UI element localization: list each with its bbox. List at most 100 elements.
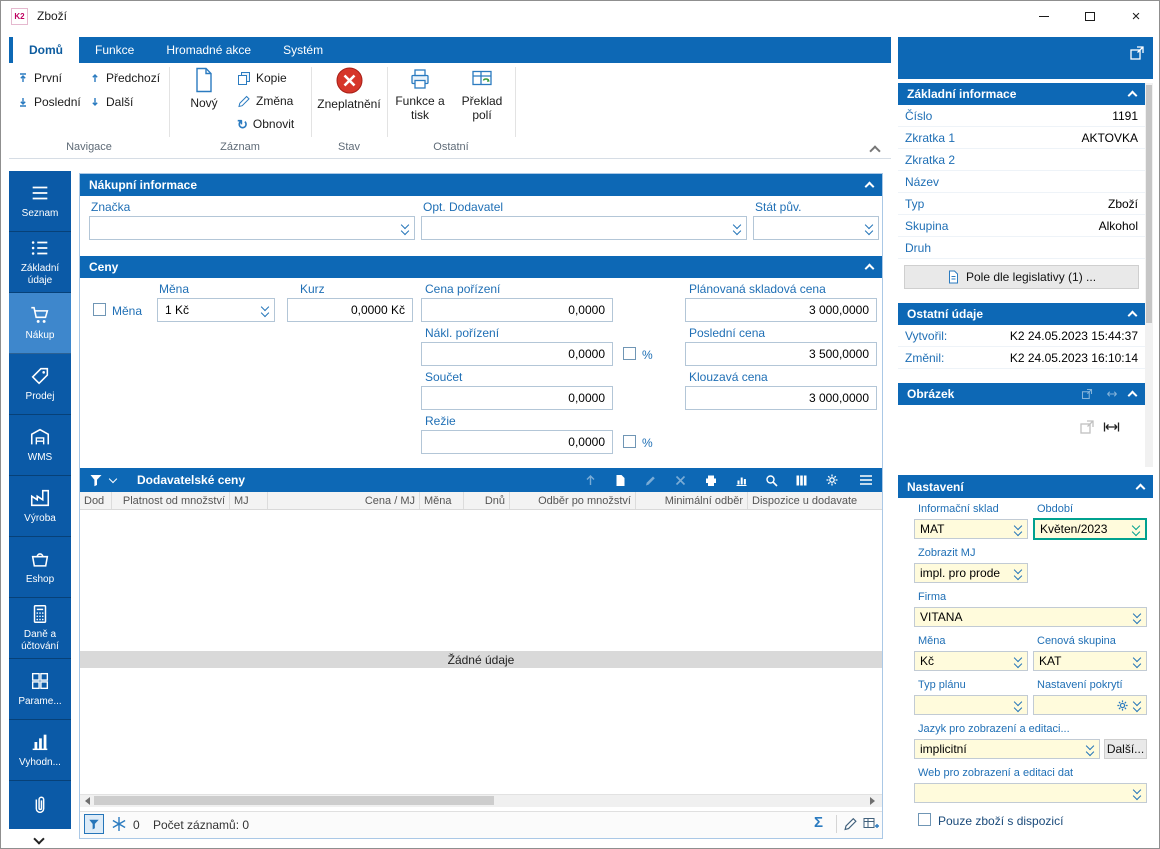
mena-checkbox[interactable]	[93, 303, 106, 316]
klouzava-cena-input[interactable]: 3 000,0000	[685, 386, 877, 410]
tab-funkce[interactable]: Funkce	[79, 37, 150, 63]
col-dnu[interactable]: Dnů	[464, 492, 510, 509]
freeze-icon[interactable]	[111, 816, 127, 832]
open-image-external-icon[interactable]	[1079, 419, 1095, 435]
pouze-zbozi-checkbox[interactable]	[918, 813, 931, 826]
dropdown-icon[interactable]	[1013, 698, 1024, 712]
dropdown-icon[interactable]	[1013, 566, 1024, 580]
tab-hromadne-akce[interactable]: Hromadné akce	[150, 37, 267, 63]
dropdown-icon[interactable]	[1013, 654, 1024, 668]
sum-icon[interactable]: Σ	[814, 814, 823, 831]
sidebar-item-vyhodnoceni[interactable]: Vyhodn...	[9, 720, 71, 781]
fit-width-icon[interactable]	[1103, 419, 1120, 435]
chart-icon[interactable]	[735, 474, 748, 487]
col-cena-mj[interactable]: Cena / MJ	[268, 492, 420, 509]
soucet-input[interactable]: 0,0000	[421, 386, 613, 410]
rezie-input[interactable]: 0,0000	[421, 430, 613, 454]
sidebar-item-attachments[interactable]	[9, 781, 71, 829]
dropdown-icon[interactable]	[1085, 742, 1096, 756]
sidebar-item-seznam[interactable]: Seznam	[9, 171, 71, 232]
col-dod[interactable]: Dod	[80, 492, 112, 509]
copy-button[interactable]: Kopie	[237, 71, 287, 85]
last-button[interactable]: Poslední	[17, 95, 81, 109]
col-mena[interactable]: Měna	[420, 492, 464, 509]
sidebar-item-eshop[interactable]: Eshop	[9, 537, 71, 598]
functions-print-button[interactable]: Funkce a tisk	[391, 67, 449, 123]
collapse-icon[interactable]	[1135, 483, 1146, 493]
scroll-right-icon[interactable]	[870, 797, 875, 805]
mena-nastaveni-combo[interactable]: Kč	[914, 651, 1028, 671]
dalsi-button[interactable]: Další...	[1104, 739, 1147, 759]
scrollbar-thumb[interactable]	[94, 796, 494, 805]
col-min-odber[interactable]: Minimální odběr	[636, 492, 748, 509]
col-dispozice[interactable]: Dispozice u dodavate	[748, 492, 880, 509]
ribbon-collapse-icon[interactable]	[869, 145, 881, 157]
sidebar-item-wms[interactable]: WMS	[9, 415, 71, 476]
sidebar-item-zakladni-udaje[interactable]: Základní údaje	[9, 232, 71, 293]
collapse-icon[interactable]	[1127, 390, 1138, 401]
refresh-button[interactable]: ↻ Obnovit	[237, 117, 294, 131]
sidebar-item-parametry[interactable]: Parame...	[9, 659, 71, 720]
dropdown-icon[interactable]	[260, 303, 271, 317]
filter-toggle-button[interactable]	[84, 814, 104, 834]
filter-dropdown-icon[interactable]	[108, 474, 118, 483]
sidebar-item-prodej[interactable]: Prodej	[9, 354, 71, 415]
mena-combo[interactable]: 1 Kč	[157, 298, 275, 322]
scroll-left-icon[interactable]	[85, 797, 90, 805]
dropdown-icon[interactable]	[400, 221, 411, 235]
sidebar-more-icon[interactable]	[33, 833, 45, 845]
undock-icon[interactable]	[1129, 45, 1145, 61]
cenova-skupina-combo[interactable]: KAT	[1033, 651, 1147, 671]
columns-icon[interactable]	[795, 474, 808, 487]
tab-domu[interactable]: Domů	[13, 37, 79, 63]
obdobi-combo[interactable]: Květen/2023	[1033, 518, 1147, 540]
first-button[interactable]: První	[17, 71, 62, 85]
zobrazit-mj-combo[interactable]: impl. pro prode	[914, 563, 1028, 583]
col-platnost[interactable]: Platnost od množství	[112, 492, 230, 509]
firma-combo[interactable]: VITANA	[914, 607, 1147, 627]
bulk-edit-icon[interactable]	[863, 816, 880, 831]
dropdown-icon[interactable]	[1131, 522, 1142, 536]
close-button[interactable]: ×	[1113, 1, 1159, 31]
maximize-button[interactable]	[1067, 1, 1113, 31]
sidebar-item-vyroba[interactable]: Výroba	[9, 476, 71, 537]
minimize-button[interactable]	[1021, 1, 1067, 31]
web-combo[interactable]	[914, 783, 1147, 803]
legislativa-button[interactable]: Pole dle legislativy (1) ...	[904, 265, 1139, 289]
jazyk-combo[interactable]: implicitní	[914, 739, 1100, 759]
rezie-percent-checkbox[interactable]	[623, 435, 636, 448]
invalidate-button[interactable]: Zneplatnění	[315, 67, 383, 112]
collapse-icon[interactable]	[864, 181, 875, 192]
kurz-input[interactable]: 0,0000 Kč	[287, 298, 413, 322]
sidebar-item-dane-a-uctovani[interactable]: Daně a účtování	[9, 598, 71, 659]
typ-planu-combo[interactable]	[914, 695, 1028, 715]
cena-porizeni-input[interactable]: 0,0000	[421, 298, 613, 322]
quick-edit-icon[interactable]	[843, 816, 858, 831]
next-button[interactable]: Další	[89, 95, 133, 109]
stat-puv-combo[interactable]	[753, 216, 879, 240]
menu-icon[interactable]	[859, 474, 873, 486]
sidebar-item-nakup[interactable]: Nákup	[9, 293, 71, 354]
col-odber[interactable]: Odběr po množství	[510, 492, 636, 509]
nakl-percent-checkbox[interactable]	[623, 347, 636, 360]
tab-system[interactable]: Systém	[267, 37, 339, 63]
print-icon[interactable]	[704, 474, 718, 487]
new-button[interactable]: Nový	[177, 67, 231, 111]
dock-scrollbar-thumb[interactable]	[1146, 85, 1152, 323]
edit-button[interactable]: Změna	[237, 94, 293, 108]
dropdown-icon[interactable]	[864, 221, 875, 235]
dropdown-icon[interactable]	[1013, 522, 1024, 536]
informacni-sklad-combo[interactable]: MAT	[914, 519, 1028, 539]
dropdown-icon[interactable]	[732, 221, 743, 235]
translate-fields-button[interactable]: Překlad polí	[453, 67, 511, 123]
dropdown-icon[interactable]	[1132, 654, 1143, 668]
gear-icon[interactable]	[1116, 699, 1129, 712]
gear-icon[interactable]	[825, 473, 839, 487]
nakl-porizeni-input[interactable]: 0,0000	[421, 342, 613, 366]
collapse-icon[interactable]	[864, 263, 875, 274]
posledni-cena-input[interactable]: 3 500,0000	[685, 342, 877, 366]
collapse-icon[interactable]	[1127, 90, 1138, 101]
new-record-icon[interactable]	[614, 474, 627, 487]
collapse-icon[interactable]	[1127, 310, 1138, 321]
opt-dodavatel-combo[interactable]	[421, 216, 747, 240]
